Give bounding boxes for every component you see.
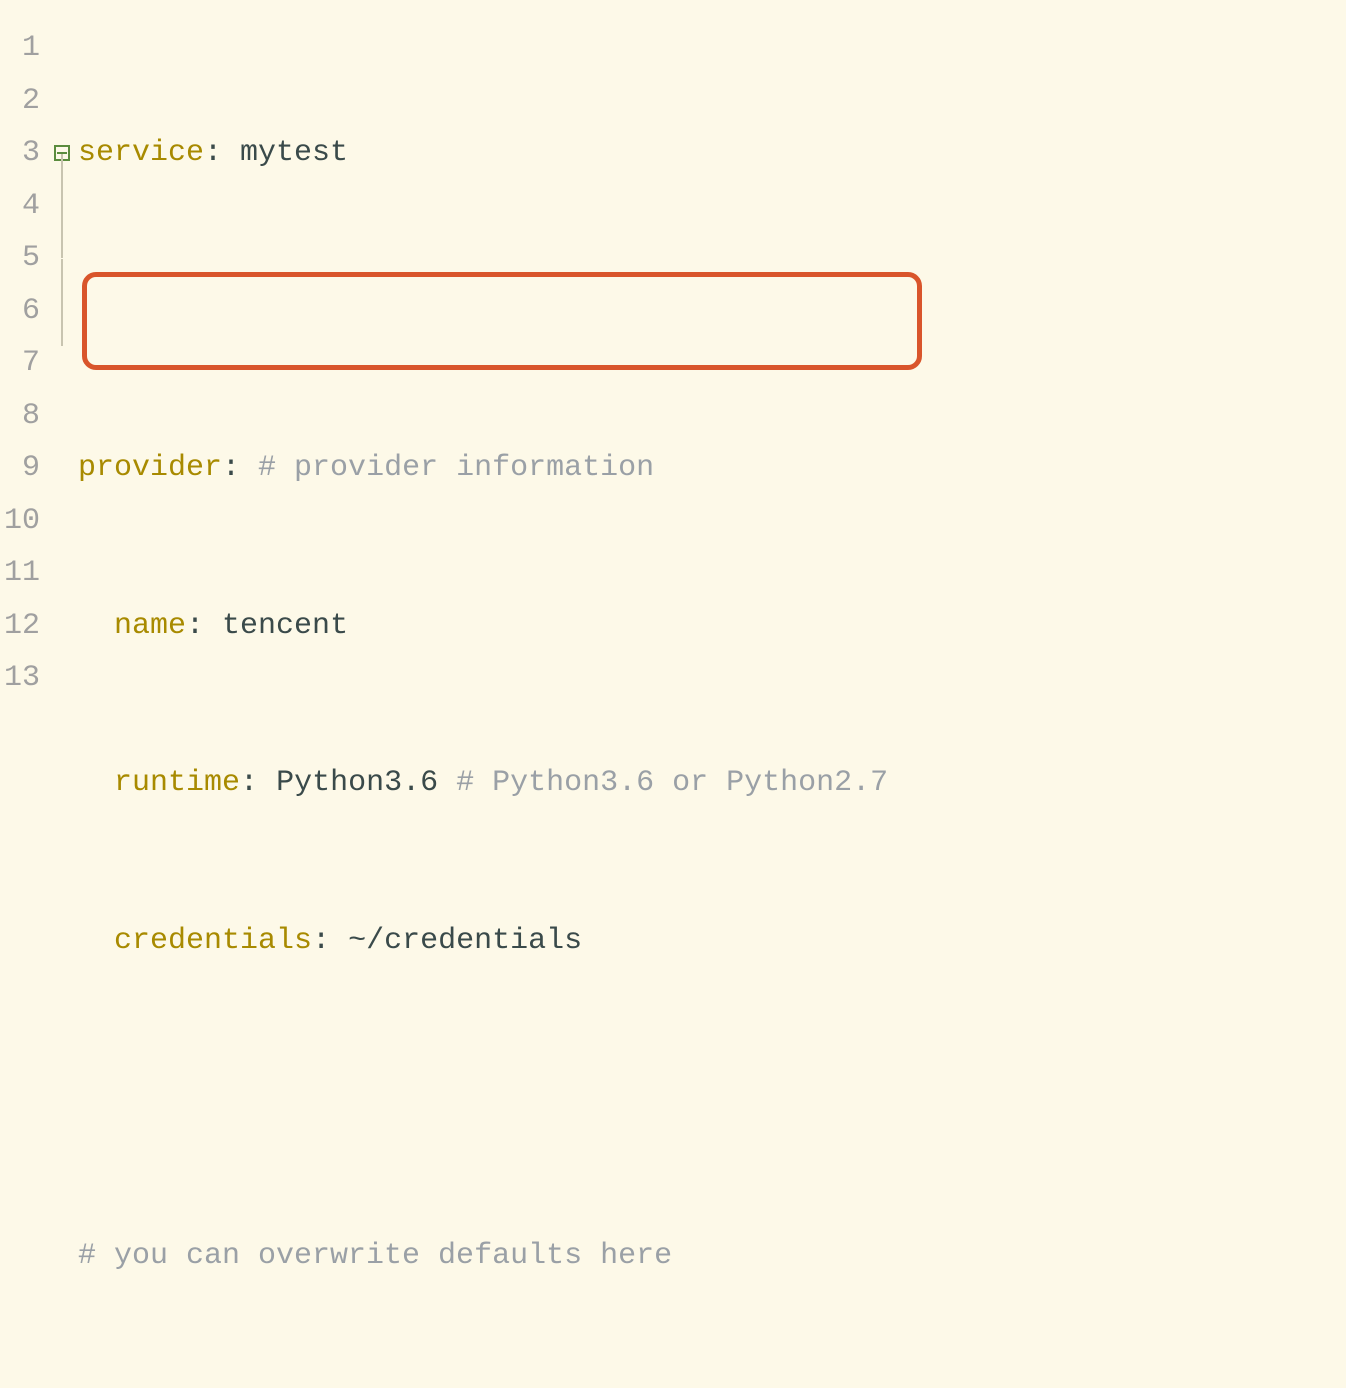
line-number: 12 [0,600,40,653]
colon: : [240,757,276,810]
yaml-key: credentials [114,915,312,968]
line-number: 6 [0,285,40,338]
yaml-value: ~/credentials [348,915,582,968]
colon: : [186,600,222,653]
code-line[interactable]: name: tencent [78,600,1346,653]
comment: # provider information [258,442,654,495]
comment: # stage: dev [78,1387,312,1388]
code-line[interactable]: provider: # provider information [78,442,1346,495]
code-line[interactable]: credentials: ~/credentials [78,915,1346,968]
yaml-key: service [78,127,204,180]
yaml-value: tencent [222,600,348,653]
comment: # you can overwrite defaults here [78,1230,672,1283]
yaml-value: Python3.6 [276,757,456,810]
indent [78,757,114,810]
line-number: 13 [0,652,40,705]
yaml-key: runtime [114,757,240,810]
code-line[interactable]: # stage: dev [78,1387,1346,1388]
indent [78,600,114,653]
colon: : [222,442,258,495]
fold-gutter [46,0,78,694]
yaml-key: provider [78,442,222,495]
comment: # Python3.6 or Python2.7 [456,757,888,810]
line-number: 10 [0,495,40,548]
code-content[interactable]: service: mytest provider: # provider inf… [78,0,1346,694]
code-line[interactable] [78,285,1346,338]
line-number: 7 [0,337,40,390]
code-line[interactable]: # you can overwrite defaults here [78,1230,1346,1283]
line-number: 4 [0,180,40,233]
code-line[interactable]: runtime: Python3.6 # Python3.6 or Python… [78,757,1346,810]
colon: : [204,127,240,180]
yaml-key: name [114,600,186,653]
line-number: 11 [0,547,40,600]
line-number: 8 [0,390,40,443]
line-number: 5 [0,232,40,285]
line-number: 2 [0,75,40,128]
line-number: 9 [0,442,40,495]
code-editor[interactable]: 1 2 3 4 5 6 7 8 9 10 11 12 13 service: m… [0,0,1346,694]
indent [78,915,114,968]
code-line[interactable] [78,1072,1346,1125]
yaml-value: mytest [240,127,348,180]
line-number-gutter: 1 2 3 4 5 6 7 8 9 10 11 12 13 [0,0,46,694]
colon: : [312,915,348,968]
line-number: 3 [0,127,40,180]
code-line[interactable]: service: mytest [78,127,1346,180]
line-number: 1 [0,22,40,75]
